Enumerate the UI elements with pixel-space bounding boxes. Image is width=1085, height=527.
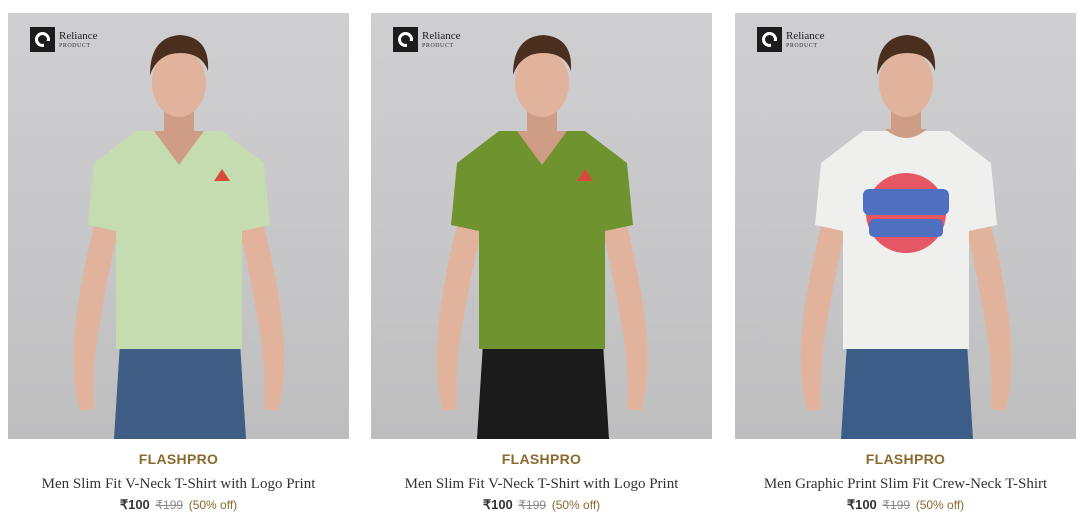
product-title[interactable]: Men Slim Fit V-Neck T-Shirt with Logo Pr…: [371, 476, 712, 493]
reliance-product-badge: Reliance PRODUCT: [30, 27, 97, 52]
product-brand: FLASHPRO: [138, 451, 219, 467]
product-card[interactable]: Reliance PRODUCT FLASHPRO Men Slim Fit V…: [8, 13, 349, 523]
reliance-product-badge: Reliance PRODUCT: [393, 27, 460, 52]
product-price: ₹100: [482, 497, 513, 512]
model-photo: [73, 35, 285, 439]
badge-name: Reliance: [59, 29, 98, 42]
product-discount: (50% off): [188, 498, 238, 512]
product-brand: FLASHPRO: [501, 451, 582, 467]
price-row: ₹100 ₹199 (50% off): [735, 497, 1076, 513]
model-photo: [800, 35, 1012, 439]
product-price: ₹100: [119, 497, 150, 512]
product-mrp: ₹199: [518, 498, 547, 512]
reliance-logo-icon: [757, 27, 782, 52]
product-image[interactable]: Reliance PRODUCT: [735, 13, 1076, 439]
badge-sub: PRODUCT: [422, 42, 454, 49]
product-discount: (50% off): [551, 498, 601, 512]
product-discount: (50% off): [915, 498, 965, 512]
badge-sub: PRODUCT: [786, 42, 818, 49]
product-image[interactable]: Reliance PRODUCT: [8, 13, 349, 439]
reliance-logo-icon: [30, 27, 55, 52]
model-photo: [436, 35, 648, 439]
product-brand: FLASHPRO: [865, 451, 946, 467]
product-info: FLASHPRO Men Slim Fit V-Neck T-Shirt wit…: [8, 439, 349, 513]
product-mrp: ₹199: [155, 498, 184, 512]
price-row: ₹100 ₹199 (50% off): [371, 497, 712, 513]
product-mrp: ₹199: [882, 498, 911, 512]
product-title[interactable]: Men Graphic Print Slim Fit Crew-Neck T-S…: [735, 476, 1076, 493]
badge-name: Reliance: [422, 29, 461, 42]
product-image[interactable]: Reliance PRODUCT: [371, 13, 712, 439]
badge-sub: PRODUCT: [59, 42, 91, 49]
product-title[interactable]: Men Slim Fit V-Neck T-Shirt with Logo Pr…: [8, 476, 349, 493]
price-row: ₹100 ₹199 (50% off): [8, 497, 349, 513]
product-info: FLASHPRO Men Slim Fit V-Neck T-Shirt wit…: [371, 439, 712, 513]
reliance-logo-icon: [393, 27, 418, 52]
reliance-product-badge: Reliance PRODUCT: [757, 27, 824, 52]
product-card[interactable]: Reliance PRODUCT FLASHPRO Men Graphic Pr…: [735, 13, 1076, 523]
product-card[interactable]: Reliance PRODUCT FLASHPRO Men Slim Fit V…: [371, 13, 712, 523]
product-price: ₹100: [846, 497, 877, 512]
badge-name: Reliance: [786, 29, 825, 42]
product-info: FLASHPRO Men Graphic Print Slim Fit Crew…: [735, 439, 1076, 513]
product-grid: Reliance PRODUCT FLASHPRO Men Slim Fit V…: [0, 0, 1085, 527]
